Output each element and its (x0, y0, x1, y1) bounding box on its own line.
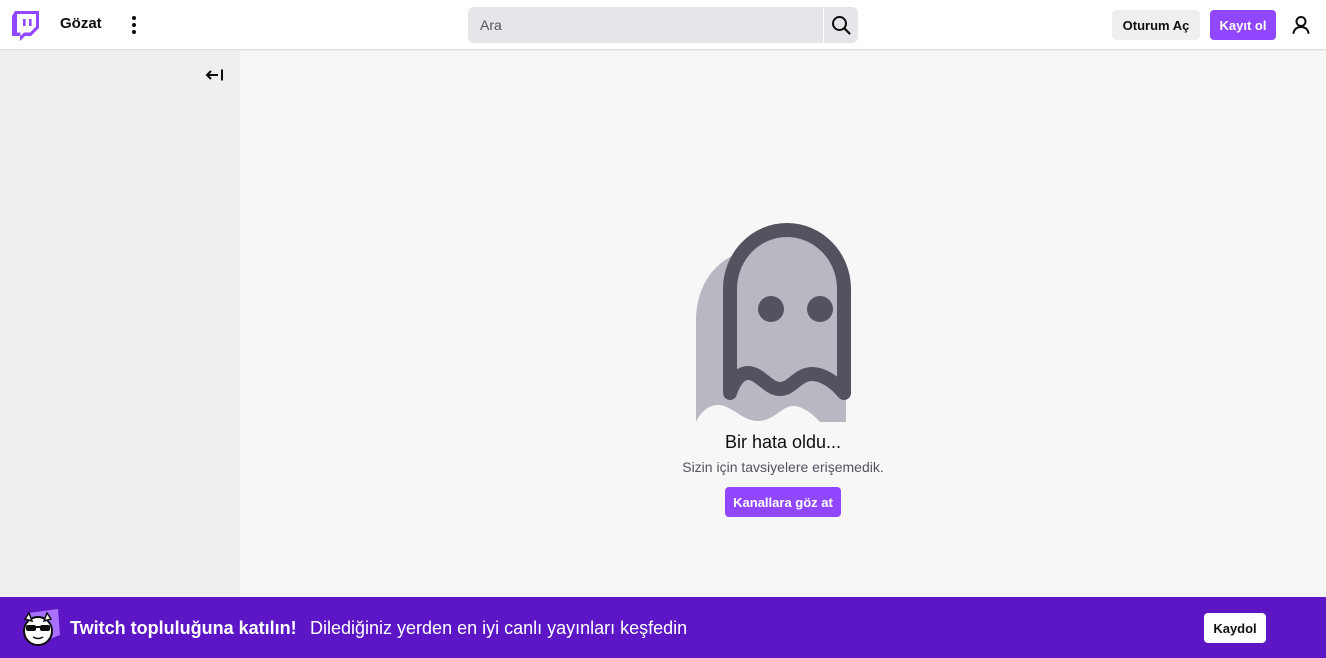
mascot-icon (20, 609, 60, 647)
signup-banner: Twitch topluluğuna katılın! Dilediğiniz … (0, 597, 1326, 658)
search-bar (468, 7, 858, 43)
twitch-logo-icon[interactable] (12, 11, 39, 41)
main-content: Bir hata oldu... Sizin için tavsiyelere … (240, 51, 1326, 597)
banner-signup-button[interactable]: Kaydol (1204, 613, 1266, 643)
sidebar (0, 51, 240, 597)
signup-button[interactable]: Kayıt ol (1210, 10, 1276, 40)
search-icon (832, 16, 851, 35)
search-input[interactable] (468, 7, 823, 43)
user-icon[interactable] (1290, 14, 1312, 36)
banner-text: Dilediğiniz yerden en iyi canlı yayınlar… (310, 618, 688, 638)
more-vertical-icon[interactable] (124, 13, 144, 37)
error-title: Bir hata oldu... (724, 432, 842, 452)
top-nav: Gözat Oturum Aç Kayıt ol (0, 0, 1326, 50)
banner-title: Twitch topluluğuna katılın! (70, 618, 297, 638)
browse-link[interactable]: Gözat (60, 15, 102, 32)
error-subtitle: Sizin için tavsiyelere erişemedik. (682, 459, 884, 475)
search-button[interactable] (824, 7, 858, 43)
ghost-illustration (694, 221, 876, 426)
collapse-left-icon[interactable] (205, 65, 225, 85)
login-button[interactable]: Oturum Aç (1112, 10, 1200, 40)
browse-channels-button[interactable]: Kanallara göz at (725, 487, 841, 517)
